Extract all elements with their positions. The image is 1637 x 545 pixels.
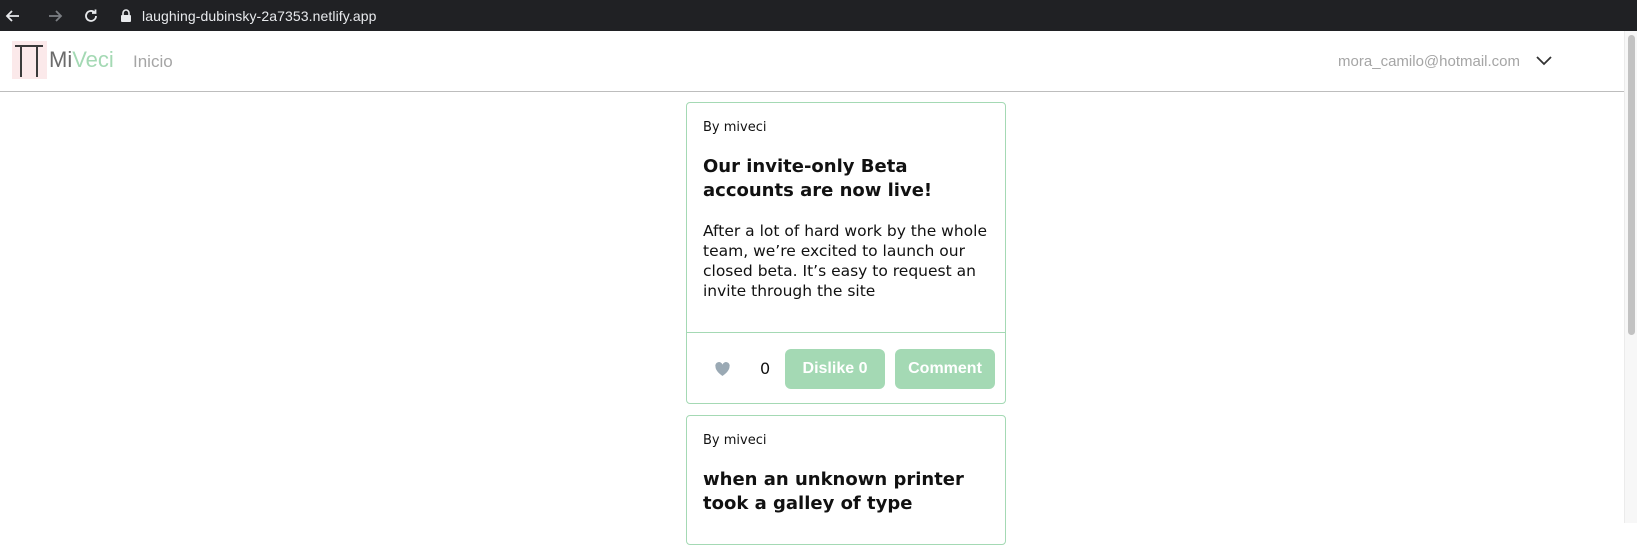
browser-toolbar: laughing-dubinsky-2a7353.netlify.app (0, 0, 1637, 31)
forward-arrow-icon[interactable] (42, 3, 68, 29)
logo[interactable]: MiVeci (12, 41, 114, 79)
post-title: Our invite-only Beta accounts are now li… (703, 156, 933, 201)
heart-icon[interactable] (714, 361, 731, 377)
scrollbar-thumb[interactable] (1628, 35, 1635, 335)
chevron-down-icon[interactable] (1534, 51, 1554, 71)
address-bar[interactable]: laughing-dubinsky-2a7353.netlify.app (142, 8, 377, 24)
dislike-button[interactable]: Dislike 0 (785, 349, 885, 389)
card-divider (687, 332, 1005, 333)
post-body: After a lot of hard work by the whole te… (703, 222, 987, 300)
logo-mark-icon (12, 41, 47, 79)
comment-button[interactable]: Comment (895, 349, 995, 389)
lock-icon (120, 8, 134, 23)
post-actions: 0 Dislike 0 Comment (687, 349, 1005, 389)
nav-link-inicio[interactable]: Inicio (133, 52, 173, 72)
reload-icon[interactable] (78, 3, 104, 29)
user-email[interactable]: mora_camilo@hotmail.com (1338, 53, 1520, 70)
app-header: MiVeci Inicio mora_camilo@hotmail.com (0, 31, 1624, 92)
post-card: By miveci when an unknown printer took a… (686, 415, 1006, 545)
post-author: By miveci (703, 120, 767, 135)
post-author: By miveci (703, 433, 767, 448)
page-scrollbar[interactable] (1624, 31, 1637, 523)
like-count: 0 (760, 359, 771, 378)
logo-text: MiVeci (49, 47, 114, 73)
post-card: By miveci Our invite-only Beta accounts … (686, 102, 1006, 404)
logo-text-mi: Mi (49, 47, 73, 72)
back-arrow-icon[interactable] (0, 3, 26, 29)
post-title: when an unknown printer took a galley of… (703, 469, 964, 514)
logo-text-veci: Veci (72, 47, 114, 72)
